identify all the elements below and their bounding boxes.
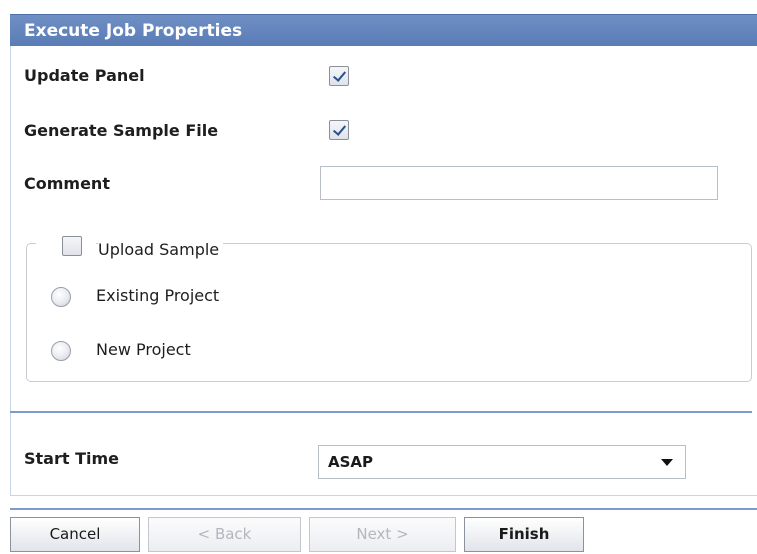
chevron-down-icon [661, 459, 673, 466]
next-button[interactable]: Next > [309, 517, 456, 552]
update-panel-checkbox[interactable] [329, 66, 349, 86]
existing-project-radio[interactable] [51, 287, 71, 307]
new-project-radio[interactable] [51, 341, 71, 361]
section-divider [10, 411, 752, 413]
existing-project-label: Existing Project [96, 286, 220, 305]
footer-divider [10, 508, 757, 510]
generate-sample-file-checkbox[interactable] [329, 120, 349, 140]
comment-label: Comment [24, 174, 110, 193]
dialog-title: Execute Job Properties [10, 14, 757, 46]
back-button[interactable]: < Back [148, 517, 301, 552]
upload-sample-label: Upload Sample [98, 240, 224, 259]
cancel-button[interactable]: Cancel [10, 517, 140, 552]
upload-sample-checkbox[interactable] [62, 236, 82, 256]
generate-sample-file-label: Generate Sample File [24, 121, 219, 140]
start-time-label: Start Time [24, 449, 119, 468]
start-time-value: ASAP [328, 453, 374, 471]
start-time-select[interactable]: ASAP [318, 445, 686, 479]
comment-input[interactable] [320, 166, 718, 200]
finish-button[interactable]: Finish [464, 517, 584, 552]
upload-sample-group [26, 243, 752, 382]
update-panel-label: Update Panel [24, 66, 145, 85]
new-project-label: New Project [96, 340, 191, 359]
